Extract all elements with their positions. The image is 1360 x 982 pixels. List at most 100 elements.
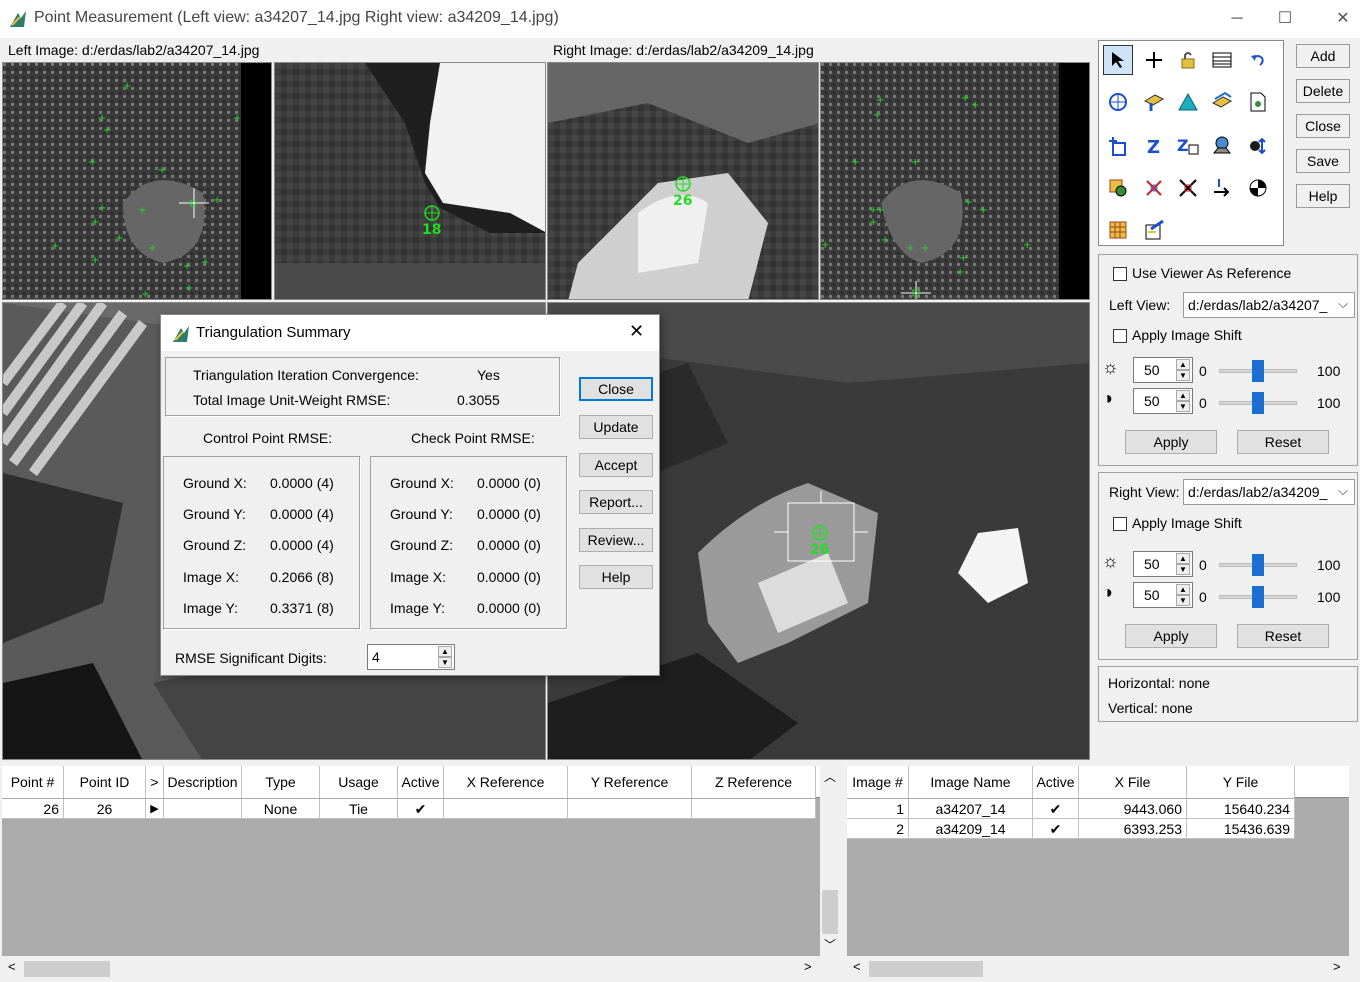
col-x-reference[interactable]: X Reference	[444, 766, 568, 798]
scroll-left-icon[interactable]: <	[853, 959, 861, 974]
add-button[interactable]: Add	[1296, 44, 1350, 68]
point-id-cell[interactable]: 26	[64, 799, 146, 819]
image-active-cell[interactable]: ✔	[1033, 799, 1079, 819]
col-point-id[interactable]: Point ID	[64, 766, 146, 798]
left-brightness-thumb[interactable]	[1252, 360, 1264, 382]
scroll-right-icon[interactable]: >	[804, 959, 812, 974]
y-file-cell[interactable]: 15436.639	[1187, 819, 1295, 839]
delete-tie-icon[interactable]	[1139, 173, 1169, 203]
scroll-down-icon[interactable]: ﹀	[824, 936, 836, 953]
col-marker[interactable]: >	[146, 766, 164, 798]
image-name-cell[interactable]: a34209_14	[909, 819, 1033, 839]
terrain-icon[interactable]	[1207, 131, 1237, 161]
col-x-file[interactable]: X File	[1079, 766, 1187, 798]
description-cell[interactable]	[164, 799, 242, 819]
accept-button[interactable]: Accept	[579, 453, 653, 477]
col-point-num[interactable]: Point #	[2, 766, 64, 798]
y-file-cell[interactable]: 15640.234	[1187, 799, 1295, 819]
select-pointer-icon[interactable]	[1103, 45, 1133, 75]
report-button[interactable]: Report...	[579, 490, 653, 514]
use-viewer-reference-checkbox[interactable]	[1113, 267, 1127, 281]
left-contrast-thumb[interactable]	[1252, 392, 1264, 414]
left-contrast-spinner[interactable]: 50 ▲ ▼	[1133, 388, 1193, 414]
spin-down-icon[interactable]: ▼	[1176, 564, 1190, 575]
spin-down-icon[interactable]: ▼	[1176, 370, 1190, 381]
scroll-left-icon[interactable]: <	[8, 959, 16, 974]
update-button[interactable]: Update	[579, 415, 653, 439]
create-point-icon[interactable]	[1139, 45, 1169, 75]
left-apply-button[interactable]: Apply	[1125, 430, 1217, 454]
add-point-icon[interactable]	[1103, 131, 1133, 161]
col-active[interactable]: Active	[398, 766, 444, 798]
grid-settings-icon[interactable]	[1103, 215, 1133, 245]
col-usage[interactable]: Usage	[320, 766, 398, 798]
image-active-cell[interactable]: ✔	[1033, 819, 1079, 839]
layer-icon[interactable]	[1207, 87, 1237, 117]
left-reset-button[interactable]: Reset	[1237, 430, 1329, 454]
spin-up-icon[interactable]: ▲	[1176, 584, 1190, 595]
col-description[interactable]: Description	[164, 766, 242, 798]
drive-arrow-icon[interactable]	[1139, 87, 1169, 117]
col-image-name[interactable]: Image Name	[909, 766, 1033, 798]
col-image-active[interactable]: Active	[1033, 766, 1079, 798]
close-window-button[interactable]: ✕	[1320, 6, 1360, 32]
remove-point-icon[interactable]	[1173, 173, 1203, 203]
undo-icon[interactable]	[1243, 45, 1273, 75]
left-brightness-spinner[interactable]: 50 ▲ ▼	[1133, 357, 1193, 383]
point-table-vscroll[interactable]: ︿ ﹀	[820, 766, 840, 956]
right-brightness-thumb[interactable]	[1252, 554, 1264, 576]
right-contrast-spinner[interactable]: 50 ▲ ▼	[1133, 582, 1193, 608]
right-reset-button[interactable]: Reset	[1237, 624, 1329, 648]
minimize-button[interactable]: ─	[1214, 6, 1260, 32]
col-type[interactable]: Type	[242, 766, 320, 798]
right-overview-viewer[interactable]: + + + + + + + + + + + + + + + + + +	[820, 62, 1090, 300]
col-y-reference[interactable]: Y Reference	[568, 766, 692, 798]
export-icon[interactable]	[1207, 173, 1237, 203]
vscroll-thumb[interactable]	[822, 890, 838, 934]
right-zoom-viewer[interactable]: 26	[547, 62, 819, 300]
triangle-icon[interactable]	[1173, 87, 1203, 117]
dialog-close-button[interactable]: Close	[579, 377, 653, 401]
right-contrast-thumb[interactable]	[1252, 586, 1264, 608]
col-z-reference[interactable]: Z Reference	[692, 766, 816, 798]
table-icon[interactable]	[1207, 45, 1237, 75]
left-overview-viewer[interactable]: + + + + + + + + + + + + + + + + + +	[2, 62, 272, 300]
zoom-drive-icon[interactable]	[1103, 87, 1133, 117]
dialog-help-button[interactable]: Help	[579, 565, 653, 589]
delete-button[interactable]: Delete	[1296, 79, 1350, 103]
maximize-button[interactable]: ☐	[1262, 6, 1308, 32]
close-button[interactable]: Close	[1296, 114, 1350, 138]
type-cell[interactable]: None	[242, 799, 320, 819]
left-zoom-viewer[interactable]: 18	[274, 62, 546, 300]
hscroll-thumb[interactable]	[24, 961, 110, 977]
spin-up-icon[interactable]: ▲	[438, 646, 452, 657]
col-image-num[interactable]: Image #	[847, 766, 909, 798]
spin-down-icon[interactable]: ▼	[1176, 401, 1190, 412]
spin-up-icon[interactable]: ▲	[1176, 553, 1190, 564]
x-reference-cell[interactable]	[444, 799, 568, 819]
col-y-file[interactable]: Y File	[1187, 766, 1295, 798]
right-brightness-spinner[interactable]: 50 ▲ ▼	[1133, 551, 1193, 577]
dialog-close-icon[interactable]: ✕	[629, 321, 644, 342]
spin-down-icon[interactable]: ▼	[1176, 595, 1190, 606]
review-button[interactable]: Review...	[579, 528, 653, 552]
right-view-select[interactable]: d:/erdas/lab2/a34209_ ⌵	[1183, 479, 1355, 505]
left-apply-shift-checkbox[interactable]	[1113, 329, 1127, 343]
right-apply-button[interactable]: Apply	[1125, 624, 1217, 648]
report-icon[interactable]	[1243, 87, 1273, 117]
auto-tie-icon[interactable]	[1103, 173, 1133, 203]
spin-up-icon[interactable]: ▲	[1176, 390, 1190, 401]
scroll-up-icon[interactable]: ︿	[824, 768, 836, 785]
z-value-icon[interactable]: Z	[1139, 131, 1169, 161]
hscroll-thumb[interactable]	[869, 961, 983, 977]
left-view-select[interactable]: d:/erdas/lab2/a34207_ ⌵	[1183, 292, 1355, 318]
point-table-hscroll[interactable]: < >	[2, 958, 820, 978]
spin-up-icon[interactable]: ▲	[1176, 359, 1190, 370]
image-table-hscroll[interactable]: < >	[847, 958, 1349, 978]
image-name-cell[interactable]: a34207_14	[909, 799, 1033, 819]
help-button[interactable]: Help	[1296, 184, 1350, 208]
save-button[interactable]: Save	[1296, 149, 1350, 173]
right-apply-shift-checkbox[interactable]	[1113, 517, 1127, 531]
contrast-toggle-icon[interactable]	[1243, 173, 1273, 203]
rmse-digits-spinner[interactable]: 4 ▲ ▼	[367, 644, 455, 670]
